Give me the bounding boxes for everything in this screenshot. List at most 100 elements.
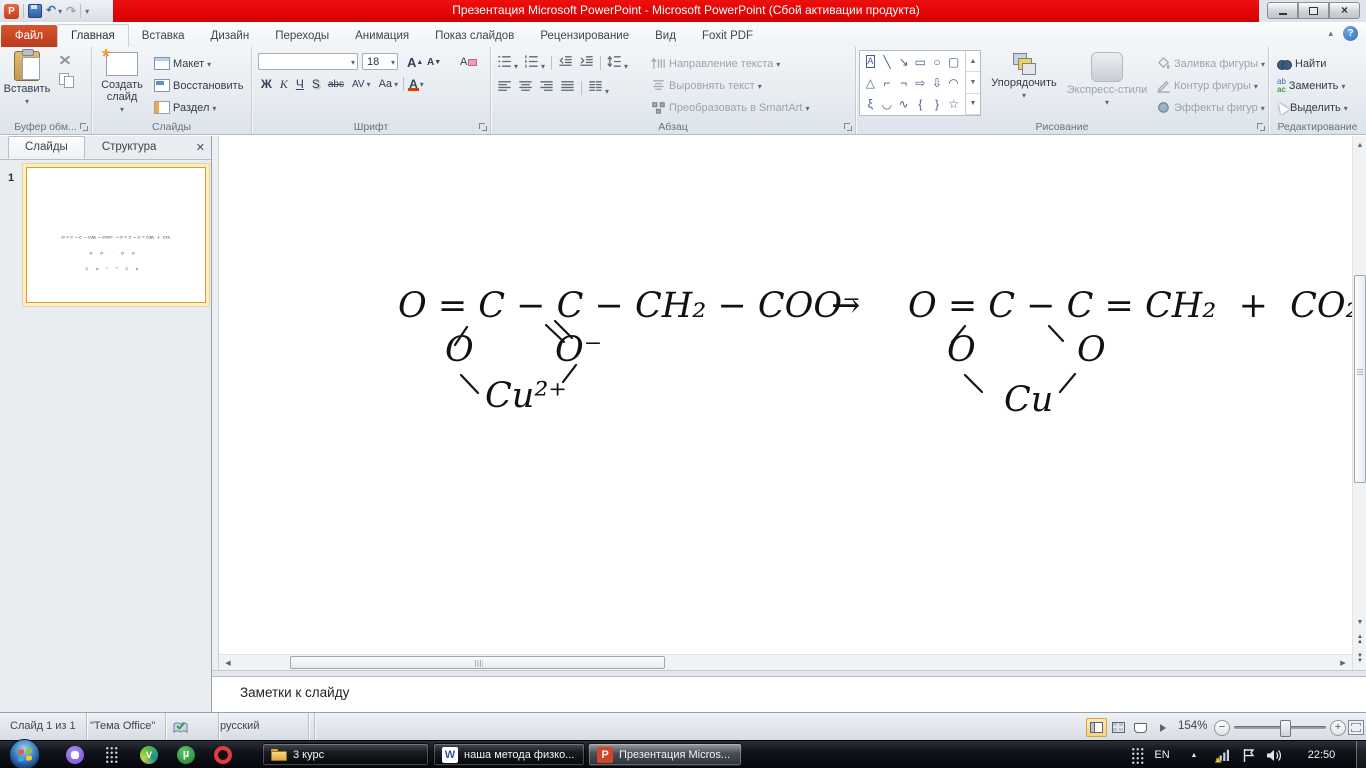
paste-button[interactable]: Вставить bbox=[3, 49, 51, 107]
collapse-ribbon-icon[interactable]: ▴ bbox=[1328, 28, 1333, 39]
slideshow-button[interactable] bbox=[1152, 718, 1173, 737]
shapes-scroll-down-icon[interactable]: ▼ bbox=[966, 72, 980, 93]
reading-view-button[interactable] bbox=[1130, 718, 1151, 737]
font-dialog-launcher[interactable] bbox=[479, 123, 488, 132]
tab-design[interactable]: Дизайн bbox=[198, 25, 263, 47]
slide-thumbnail[interactable]: O = C − C − CH₂ − COO⁻ → O = C − C = CH₂… bbox=[26, 167, 206, 303]
tray-grid-icon[interactable] bbox=[1131, 747, 1144, 764]
slide-sorter-button[interactable] bbox=[1108, 718, 1129, 737]
horizontal-scrollbar[interactable]: ◀ ▶ bbox=[219, 654, 1352, 670]
zoom-slider[interactable] bbox=[1234, 726, 1326, 729]
decrease-indent-button[interactable] bbox=[558, 54, 573, 72]
shape-icon[interactable]: ▭ bbox=[912, 51, 929, 72]
clipboard-dialog-launcher[interactable] bbox=[80, 123, 89, 132]
scroll-left-icon[interactable]: ◀ bbox=[220, 655, 236, 670]
shape-icon[interactable]: ╲ bbox=[879, 51, 896, 72]
restore-button[interactable] bbox=[1298, 2, 1329, 19]
powerpoint-taskbar-button[interactable]: P Презентация Micros... bbox=[588, 743, 742, 766]
yandex-icon[interactable] bbox=[66, 746, 84, 764]
tab-file[interactable]: Файл bbox=[1, 25, 57, 47]
zoom-out-button[interactable]: − bbox=[1214, 720, 1230, 736]
find-button[interactable]: Найти bbox=[1277, 53, 1326, 74]
shape-icon[interactable]: ¬ bbox=[895, 72, 912, 93]
new-slide-button[interactable]: Создать слайд bbox=[96, 49, 148, 115]
shape-icon[interactable]: ⇩ bbox=[929, 72, 946, 93]
line-spacing-button[interactable] bbox=[607, 54, 628, 72]
hidden-icons-icon[interactable]: ▲ bbox=[1186, 741, 1202, 768]
show-desktop-button[interactable] bbox=[1356, 741, 1366, 768]
close-button[interactable]: × bbox=[1329, 2, 1360, 19]
vertical-scroll-thumb[interactable] bbox=[1354, 275, 1366, 483]
scroll-down-icon[interactable]: ▼ bbox=[1353, 614, 1366, 630]
opera-icon[interactable] bbox=[214, 746, 232, 764]
arrange-button[interactable]: Упорядочить bbox=[986, 49, 1062, 101]
align-center-button[interactable] bbox=[518, 79, 533, 97]
paragraph-dialog-launcher[interactable] bbox=[844, 123, 853, 132]
save-icon[interactable] bbox=[28, 4, 42, 18]
align-left-button[interactable] bbox=[497, 79, 512, 97]
increase-indent-button[interactable] bbox=[579, 54, 594, 72]
tab-review[interactable]: Рецензирование bbox=[527, 25, 642, 47]
align-right-button[interactable] bbox=[539, 79, 554, 97]
shape-icon[interactable]: ◠ bbox=[945, 72, 962, 93]
shape-icon[interactable]: } bbox=[929, 94, 946, 115]
shapes-scroll-up-icon[interactable]: ▲ bbox=[966, 51, 980, 72]
shape-icon[interactable]: ⌐ bbox=[879, 72, 896, 93]
volume-icon[interactable] bbox=[1262, 741, 1284, 768]
vertical-scrollbar[interactable]: ▲ ▼ ▲▲ ▼▼ bbox=[1352, 136, 1366, 670]
select-button[interactable]: Выделить bbox=[1277, 97, 1348, 118]
strikethrough-button[interactable]: abc bbox=[325, 75, 347, 93]
qat-customize-icon[interactable] bbox=[85, 5, 89, 17]
tab-foxit-pdf[interactable]: Foxit PDF bbox=[689, 25, 766, 47]
utorrent-icon[interactable]: µ bbox=[177, 746, 195, 764]
font-size-combo[interactable]: 18 bbox=[362, 53, 398, 70]
shape-icon[interactable]: ☆ bbox=[945, 94, 962, 115]
shape-icon[interactable]: ○ bbox=[929, 51, 946, 72]
horizontal-scroll-thumb[interactable] bbox=[290, 656, 665, 669]
previous-slide-icon[interactable]: ▲▲ bbox=[1353, 632, 1366, 648]
theme-indicator[interactable]: "Тема Office" bbox=[80, 713, 166, 740]
grow-font-button[interactable]: A▲ bbox=[404, 53, 426, 71]
underline-button[interactable]: Ч bbox=[293, 75, 307, 93]
shape-icon[interactable]: A bbox=[866, 55, 875, 68]
tab-slideshow[interactable]: Показ слайдов bbox=[422, 25, 527, 47]
shape-icon[interactable]: △ bbox=[862, 72, 879, 93]
slide-canvas[interactable]: O = C − C − CH₂ − COO⁻ → O = C − C = CH₂… bbox=[219, 136, 1352, 654]
change-case-button[interactable]: Aa bbox=[376, 75, 401, 93]
zoom-in-button[interactable]: + bbox=[1330, 720, 1346, 736]
layout-button[interactable]: Макет bbox=[154, 53, 211, 74]
replace-button[interactable]: abac Заменить bbox=[1277, 75, 1345, 96]
notes-splitter[interactable] bbox=[212, 670, 1366, 677]
help-icon[interactable]: ? bbox=[1343, 26, 1358, 41]
slides-tab[interactable]: Слайды bbox=[8, 136, 85, 159]
next-slide-icon[interactable]: ▼▼ bbox=[1353, 651, 1366, 667]
folder-taskbar-button[interactable]: 3 курс bbox=[262, 743, 429, 766]
tab-home[interactable]: Главная bbox=[57, 24, 129, 47]
minimize-button[interactable] bbox=[1267, 2, 1298, 19]
powerpoint-app-icon[interactable]: P bbox=[4, 4, 19, 19]
scroll-up-icon[interactable]: ▲ bbox=[1353, 137, 1366, 153]
zoom-slider-thumb[interactable] bbox=[1280, 720, 1291, 737]
tab-insert[interactable]: Вставка bbox=[129, 25, 198, 47]
section-button[interactable]: Раздел bbox=[154, 97, 216, 118]
action-center-icon[interactable] bbox=[1238, 741, 1258, 768]
clear-formatting-button[interactable]: A bbox=[457, 53, 480, 71]
tab-view[interactable]: Вид bbox=[642, 25, 689, 47]
shape-icon[interactable]: ⇨ bbox=[912, 72, 929, 93]
text-shadow-button[interactable]: S bbox=[309, 75, 323, 93]
start-button[interactable] bbox=[9, 739, 40, 768]
drawing-dialog-launcher[interactable] bbox=[1257, 123, 1266, 132]
panel-splitter[interactable] bbox=[212, 136, 219, 712]
shape-icon[interactable]: ↘ bbox=[895, 51, 912, 72]
font-color-button[interactable]: А bbox=[406, 75, 427, 93]
zoom-level[interactable]: 154% bbox=[1178, 713, 1207, 740]
outline-tab[interactable]: Структура bbox=[85, 136, 174, 159]
network-icon[interactable] bbox=[1212, 741, 1232, 768]
clock[interactable]: 22:50 bbox=[1299, 741, 1344, 768]
shrink-font-button[interactable]: A▼ bbox=[424, 53, 444, 71]
italic-button[interactable]: К bbox=[277, 75, 291, 93]
scroll-right-icon[interactable]: ▶ bbox=[1335, 655, 1351, 670]
undo-icon[interactable]: ↶ bbox=[46, 3, 62, 19]
bold-button[interactable]: Ж bbox=[258, 75, 275, 93]
tray-language-indicator[interactable]: EN bbox=[1150, 741, 1174, 768]
